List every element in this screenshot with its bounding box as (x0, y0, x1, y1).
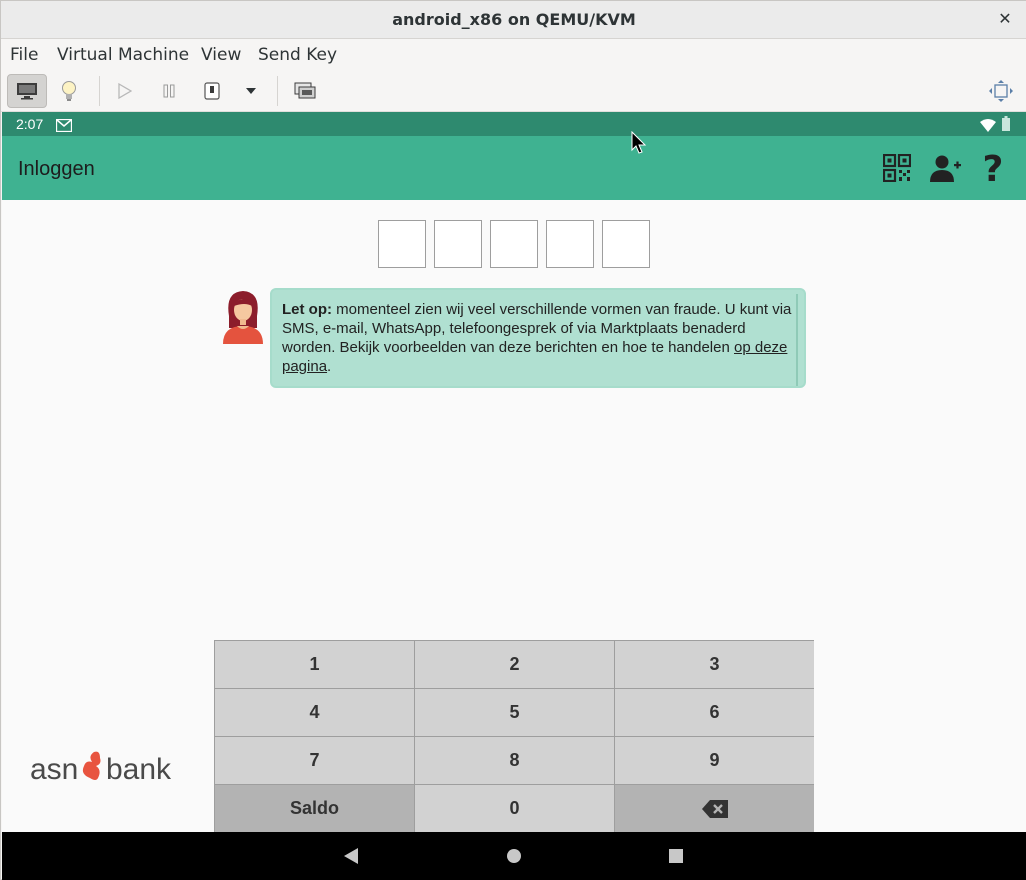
fullscreen-icon[interactable] (981, 74, 1021, 108)
close-icon[interactable]: ✕ (995, 9, 1015, 29)
add-user-icon[interactable] (930, 152, 962, 184)
page-title: Inloggen (18, 158, 95, 180)
menu-virtual-machine[interactable]: Virtual Machine (57, 45, 189, 65)
android-screen[interactable]: 2:07 Inloggen ? Let op: momenteel zien w… (2, 112, 1026, 880)
android-nav-bar (2, 832, 1026, 880)
qr-code-icon[interactable] (881, 152, 913, 184)
pin-box[interactable] (546, 220, 594, 268)
gmail-icon (55, 117, 73, 136)
svg-text:asn: asn (30, 753, 78, 786)
recents-icon[interactable] (666, 846, 686, 866)
asn-bank-logo: asn bank (30, 748, 190, 788)
backspace-icon (701, 799, 728, 818)
title-bar[interactable]: android_x86 on QEMU/KVM ✕ (1, 1, 1026, 39)
mouse-cursor-icon (631, 130, 647, 155)
pin-box[interactable] (490, 220, 538, 268)
key-3[interactable]: 3 (615, 641, 814, 688)
pin-box[interactable] (378, 220, 426, 268)
help-icon[interactable]: ? (977, 152, 1009, 184)
notice-end: . (327, 358, 332, 375)
home-icon[interactable] (504, 846, 524, 866)
key-8[interactable]: 8 (415, 737, 614, 784)
assistant-avatar (221, 288, 265, 344)
wifi-icon (980, 117, 996, 136)
notice-bold: Let op: (282, 301, 332, 318)
pin-box[interactable] (434, 220, 482, 268)
key-1[interactable]: 1 (215, 641, 414, 688)
app-bar: Inloggen ? (2, 136, 1026, 200)
status-time: 2:07 (16, 116, 44, 132)
lightbulb-icon[interactable] (49, 74, 89, 108)
key-7[interactable]: 7 (215, 737, 414, 784)
menu-view[interactable]: View (201, 45, 241, 65)
svg-text:?: ? (983, 152, 1004, 184)
screenshot-icon[interactable] (285, 74, 325, 108)
qemu-window: android_x86 on QEMU/KVM ✕ File Virtual M… (0, 0, 1026, 880)
dropdown-icon[interactable] (231, 74, 271, 108)
toolbar (1, 70, 1026, 112)
backspace-button[interactable] (615, 785, 814, 832)
back-icon[interactable] (342, 846, 362, 866)
pin-keypad: 1 2 3 4 5 6 7 8 9 Saldo 0 (214, 640, 814, 832)
key-0[interactable]: 0 (415, 785, 614, 832)
battery-icon (1002, 116, 1010, 135)
notice-text: momenteel zien wij veel verschillende vo… (282, 301, 792, 356)
power-icon[interactable] (192, 74, 232, 108)
menu-file[interactable]: File (10, 45, 38, 65)
pin-box[interactable] (602, 220, 650, 268)
key-2[interactable]: 2 (415, 641, 614, 688)
monitor-icon[interactable] (7, 74, 47, 108)
fraud-notice: Let op: momenteel zien wij veel verschil… (270, 288, 806, 388)
key-6[interactable]: 6 (615, 689, 814, 736)
status-bar: 2:07 (2, 112, 1026, 136)
menu-send-key[interactable]: Send Key (258, 45, 337, 65)
menu-bar: File Virtual Machine View Send Key (1, 39, 1026, 70)
window-title: android_x86 on QEMU/KVM (392, 10, 636, 29)
key-9[interactable]: 9 (615, 737, 814, 784)
key-4[interactable]: 4 (215, 689, 414, 736)
pause-icon[interactable] (149, 74, 189, 108)
key-5[interactable]: 5 (415, 689, 614, 736)
play-icon[interactable] (105, 74, 145, 108)
svg-text:bank: bank (106, 753, 172, 786)
saldo-button[interactable]: Saldo (215, 785, 414, 832)
